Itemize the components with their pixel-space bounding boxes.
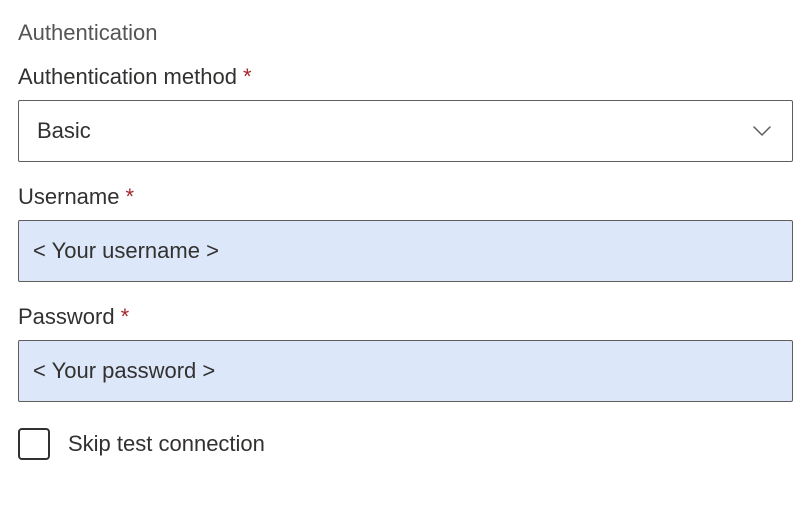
password-input[interactable] [18, 340, 793, 402]
skip-test-label: Skip test connection [68, 431, 265, 457]
skip-test-row: Skip test connection [18, 428, 793, 460]
chevron-down-icon [750, 119, 774, 143]
username-label: Username * [18, 184, 793, 210]
required-star: * [125, 184, 134, 210]
password-label: Password * [18, 304, 793, 330]
auth-method-dropdown[interactable]: Basic [18, 100, 793, 162]
username-input[interactable] [18, 220, 793, 282]
skip-test-checkbox[interactable] [18, 428, 50, 460]
required-star: * [243, 64, 252, 90]
auth-method-value: Basic [37, 118, 91, 144]
section-heading: Authentication [18, 20, 793, 46]
required-star: * [121, 304, 130, 330]
password-label-text: Password [18, 304, 115, 330]
auth-method-label-text: Authentication method [18, 64, 237, 90]
auth-method-label: Authentication method * [18, 64, 793, 90]
username-label-text: Username [18, 184, 119, 210]
